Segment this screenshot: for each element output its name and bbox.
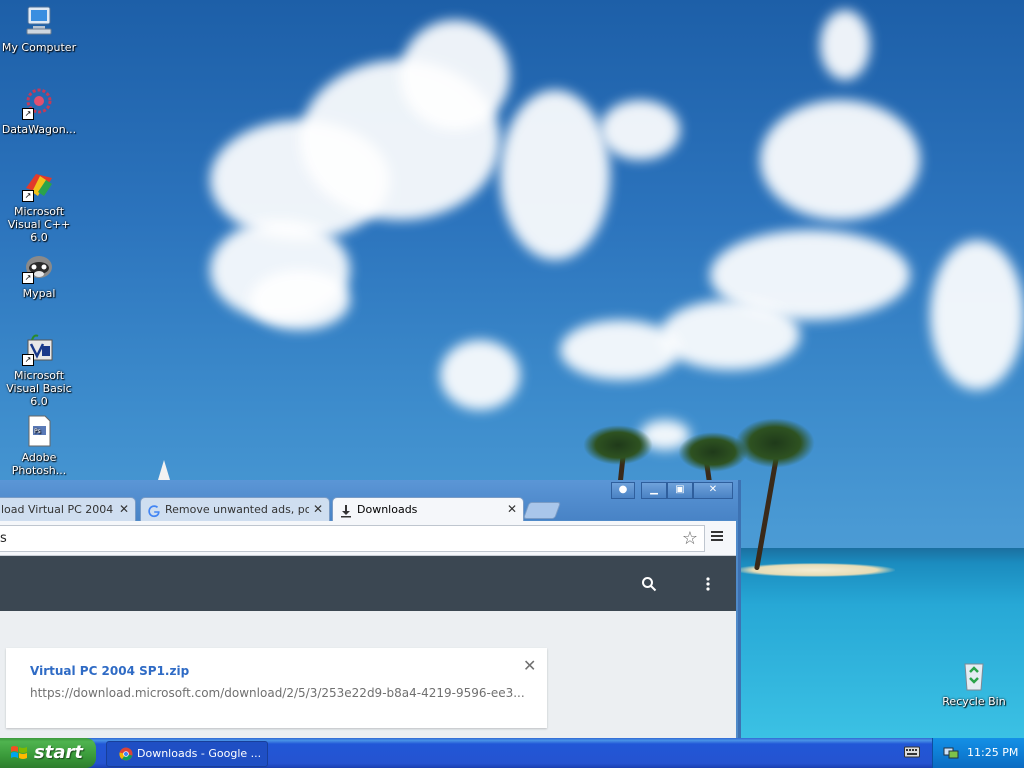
profile-button[interactable]: ● <box>611 482 635 499</box>
shortcut-arrow-icon: ↗ <box>22 190 34 202</box>
desktop-icon-visual-basic[interactable]: ↗ Microsoft Visual Basic 6.0 <box>0 332 78 408</box>
download-icon <box>339 503 353 518</box>
desktop-icon-mypal[interactable]: ↗ Mypal <box>0 250 78 300</box>
tab-close-icon[interactable]: ✕ <box>507 498 517 521</box>
hamburger-menu-icon <box>711 531 723 541</box>
download-url[interactable]: https://download.microsoft.com/download/… <box>30 686 525 700</box>
downloads-page: Virtual PC 2004 SP1.zip https://download… <box>0 556 736 738</box>
clock[interactable]: 11:25 PM <box>967 738 1018 768</box>
download-file-link[interactable]: Virtual PC 2004 SP1.zip <box>30 664 189 678</box>
close-button[interactable]: ✕ <box>693 482 733 499</box>
recycle-bin-icon <box>957 658 991 692</box>
photoshop-file-icon: Ps <box>22 414 56 448</box>
chrome-menu-button[interactable] <box>710 529 724 546</box>
sailboat <box>158 460 170 480</box>
shortcut-arrow-icon: ↗ <box>22 272 34 284</box>
taskbar: start Downloads - Google ... 11:25 PM <box>0 738 1024 768</box>
tab-virtual-pc[interactable]: load Virtual PC 2004 SP ✕ <box>0 497 136 522</box>
svg-text:Ps: Ps <box>34 428 41 435</box>
visual-cpp-icon: ↗ <box>22 168 56 202</box>
search-icon[interactable] <box>641 576 657 592</box>
more-options-icon[interactable] <box>704 576 712 592</box>
desktop-icon-my-computer[interactable]: My Computer <box>0 4 78 54</box>
windows-logo-icon <box>11 746 27 759</box>
downloads-header <box>0 556 736 611</box>
tab-close-icon[interactable]: ✕ <box>119 498 129 521</box>
restore-icon: ▣ <box>675 484 685 495</box>
new-tab-button[interactable] <box>522 502 562 519</box>
bookmark-star-icon[interactable]: ☆ <box>682 526 698 551</box>
my-computer-icon <box>22 4 56 38</box>
user-icon: ● <box>618 484 628 495</box>
close-icon: ✕ <box>708 484 718 495</box>
tab-strip: load Virtual PC 2004 SP ✕ Remove unwante… <box>0 480 738 522</box>
chrome-icon <box>119 747 133 761</box>
download-item: Virtual PC 2004 SP1.zip https://download… <box>6 648 547 728</box>
maximize-button[interactable]: ▣ <box>667 482 693 499</box>
taskbar-button-downloads[interactable]: Downloads - Google ... <box>106 741 268 767</box>
start-button[interactable]: start <box>0 738 96 768</box>
tab-close-icon[interactable]: ✕ <box>313 498 323 521</box>
shortcut-arrow-icon: ↗ <box>22 108 34 120</box>
desktop-icon-datawagon[interactable]: ↗ DataWagon... <box>0 86 78 136</box>
desktop-icon-photoshop[interactable]: Ps Adobe Photosh... <box>0 414 78 477</box>
keyboard-icon[interactable] <box>904 746 920 761</box>
address-bar[interactable]: s ☆ <box>0 525 705 552</box>
desktop-icon-visual-cpp[interactable]: ↗ Microsoft Visual C++ 6.0 <box>0 168 78 244</box>
shortcut-arrow-icon: ↗ <box>22 354 34 366</box>
google-icon <box>147 503 161 518</box>
browser-toolbar: s ☆ <box>0 521 736 556</box>
tab-downloads[interactable]: Downloads ✕ <box>332 497 524 522</box>
minimize-button[interactable]: ▁ <box>641 482 667 499</box>
tab-remove-ads[interactable]: Remove unwanted ads, pop ✕ <box>140 497 330 522</box>
network-icon[interactable] <box>943 746 959 760</box>
minimize-icon: ▁ <box>650 484 658 495</box>
browser-window: load Virtual PC 2004 SP ✕ Remove unwante… <box>0 480 741 738</box>
desktop-icon-recycle-bin[interactable]: Recycle Bin <box>935 658 1013 708</box>
system-tray: 11:25 PM <box>932 738 1024 768</box>
visual-basic-icon: ↗ <box>22 332 56 366</box>
mypal-raccoon-icon: ↗ <box>22 250 56 284</box>
datawagon-icon: ↗ <box>22 86 56 120</box>
remove-download-icon[interactable]: ✕ <box>523 656 536 675</box>
